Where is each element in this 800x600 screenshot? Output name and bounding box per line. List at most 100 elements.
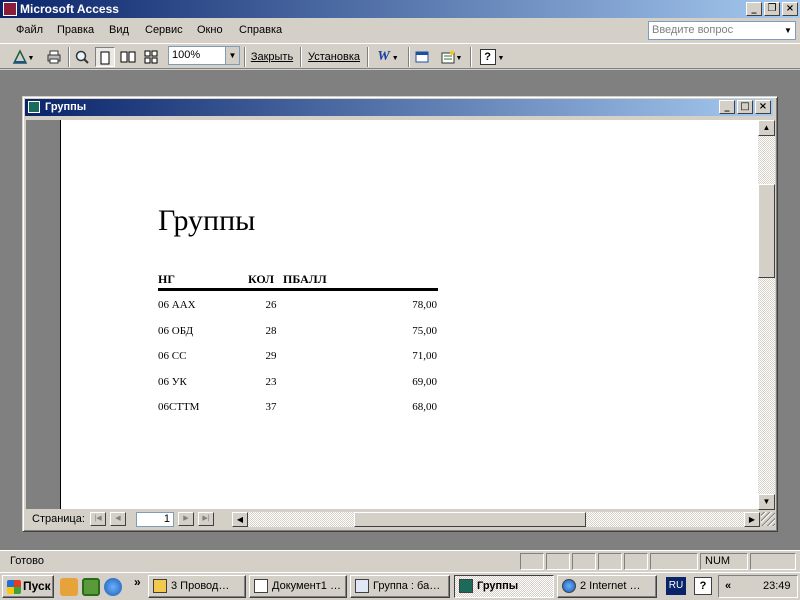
app-title-bar: Microsoft Access _ ❐ × <box>0 0 800 18</box>
start-button[interactable]: Пуск <box>2 575 54 598</box>
zoom-select[interactable]: 100% ▼ <box>168 46 240 65</box>
database-window-button[interactable] <box>412 47 432 67</box>
report-title: Группы <box>158 204 256 237</box>
scroll-left-button[interactable]: ◀ <box>232 512 248 527</box>
chevron-down-icon[interactable]: ▼ <box>781 22 795 39</box>
cell-score: 71,00 <box>412 350 437 362</box>
start-label: Пуск <box>23 579 51 593</box>
menu-help[interactable]: Справка <box>239 24 282 36</box>
help-icon[interactable]: ? <box>694 577 712 595</box>
menu-window[interactable]: Окно <box>197 24 223 36</box>
task-explorer[interactable]: 3 Провод… <box>148 575 246 598</box>
first-page-button[interactable]: |◀ <box>90 512 106 526</box>
chevron-more-icon[interactable]: » <box>134 575 141 589</box>
multiple-pages-icon <box>144 50 158 64</box>
menu-view[interactable]: Вид <box>109 24 129 36</box>
ie-icon <box>562 579 576 593</box>
column-header-kol: КОЛ <box>248 272 275 286</box>
minimize-button[interactable]: _ <box>746 2 762 16</box>
chevron-left-icon[interactable]: « <box>725 576 731 597</box>
print-button[interactable] <box>44 47 64 67</box>
page-number-input[interactable]: 1 <box>136 512 174 527</box>
access-app-icon <box>3 2 17 16</box>
page-setup-button[interactable]: Установка <box>305 47 363 67</box>
restore-button[interactable]: ❐ <box>764 2 780 16</box>
task-internet-explorer[interactable]: 2 Internet … <box>557 575 657 598</box>
cell-count: 28 <box>265 325 277 337</box>
database-window-icon <box>415 51 429 63</box>
menu-file[interactable]: Файл <box>16 24 43 36</box>
last-page-button[interactable]: ▶| <box>198 512 214 526</box>
cell-score: 68,00 <box>412 401 437 413</box>
child-maximize-button[interactable]: □ <box>737 100 753 114</box>
report-icon <box>459 579 473 593</box>
page-label: Страница: <box>32 513 85 525</box>
status-pane <box>520 553 544 570</box>
task-groups-report[interactable]: Группы <box>454 575 554 598</box>
word-icon <box>254 579 268 593</box>
multiple-pages-button[interactable] <box>141 47 161 67</box>
system-tray: « 23:49 <box>718 575 798 598</box>
next-page-button[interactable]: ▶ <box>178 512 194 526</box>
two-pages-button[interactable] <box>118 47 138 67</box>
view-button[interactable]: ▼ <box>8 47 38 67</box>
record-navigation-bar: Страница: |◀ ◀ 1 ▶ ▶| ◀ ▶ <box>26 510 760 528</box>
office-links-button[interactable]: W ▼ <box>372 47 404 67</box>
preview-background <box>26 120 60 509</box>
report-window-title-bar: Группы _ □ × <box>25 99 773 116</box>
language-indicator[interactable]: RU <box>666 577 686 595</box>
horizontal-scroll-thumb[interactable] <box>354 512 586 527</box>
new-object-button[interactable]: ▼ <box>436 47 466 67</box>
app-title: Microsoft Access <box>20 2 119 16</box>
one-page-button[interactable] <box>95 47 115 67</box>
cell-score: 69,00 <box>412 376 437 388</box>
ask-question-placeholder: Введите вопрос <box>652 24 734 36</box>
resize-grip[interactable] <box>761 512 775 526</box>
task-label: Документ1 … <box>272 580 341 592</box>
close-preview-button[interactable]: Закрыть <box>248 47 296 67</box>
close-button[interactable]: × <box>782 2 798 16</box>
help-button[interactable]: ? ▼ <box>476 47 508 67</box>
task-label: Группа : ба… <box>373 580 441 592</box>
printer-icon <box>47 50 61 64</box>
scroll-up-button[interactable]: ▲ <box>758 120 775 136</box>
zoom-button[interactable] <box>72 47 92 67</box>
scroll-down-button[interactable]: ▼ <box>758 494 775 510</box>
cell-group: 06 УК <box>158 376 187 388</box>
form-icon <box>355 579 369 593</box>
new-object-icon <box>441 51 455 64</box>
report-page[interactable]: Группы НГ КОЛ ПБАЛЛ 06 ААХ 26 78,00 06 О… <box>60 120 758 509</box>
status-pane <box>650 553 698 570</box>
magnifier-icon <box>75 50 89 64</box>
cell-score: 78,00 <box>412 299 437 311</box>
quicklaunch-clock-icon[interactable] <box>82 578 100 596</box>
quicklaunch-ie-icon[interactable] <box>104 578 122 596</box>
cell-count: 26 <box>265 299 277 311</box>
ask-question-input[interactable]: Введите вопрос ▼ <box>648 21 796 40</box>
scroll-right-button[interactable]: ▶ <box>744 512 760 527</box>
zoom-value: 100% <box>172 49 201 61</box>
status-pane <box>598 553 622 570</box>
vertical-scroll-thumb[interactable] <box>758 184 775 278</box>
quicklaunch-tool-icon[interactable] <box>60 578 78 596</box>
chevron-down-icon[interactable]: ▼ <box>225 47 239 64</box>
word-icon: W <box>377 49 390 64</box>
vertical-scrollbar[interactable]: ▲ ▼ <box>758 120 775 510</box>
child-close-button[interactable]: × <box>755 100 771 114</box>
menu-edit[interactable]: Правка <box>57 24 94 36</box>
menu-tools[interactable]: Сервис <box>145 24 183 36</box>
status-text: Готово <box>10 555 44 567</box>
task-label: 2 Internet … <box>580 580 641 592</box>
cell-group: 06 ОБД <box>158 325 194 337</box>
cell-group: 06СТТМ <box>158 401 200 413</box>
task-group-form[interactable]: Группа : ба… <box>350 575 450 598</box>
cell-group: 06 ААХ <box>158 299 196 311</box>
report-icon <box>28 101 40 113</box>
child-minimize-button[interactable]: _ <box>719 100 735 114</box>
cell-group: 06 СС <box>158 350 187 362</box>
clock: 23:49 <box>763 580 791 592</box>
horizontal-scrollbar[interactable]: ◀ ▶ <box>232 512 760 527</box>
previous-page-button[interactable]: ◀ <box>110 512 126 526</box>
status-bar: Готово NUM <box>0 550 800 571</box>
task-word-document[interactable]: Документ1 … <box>249 575 347 598</box>
